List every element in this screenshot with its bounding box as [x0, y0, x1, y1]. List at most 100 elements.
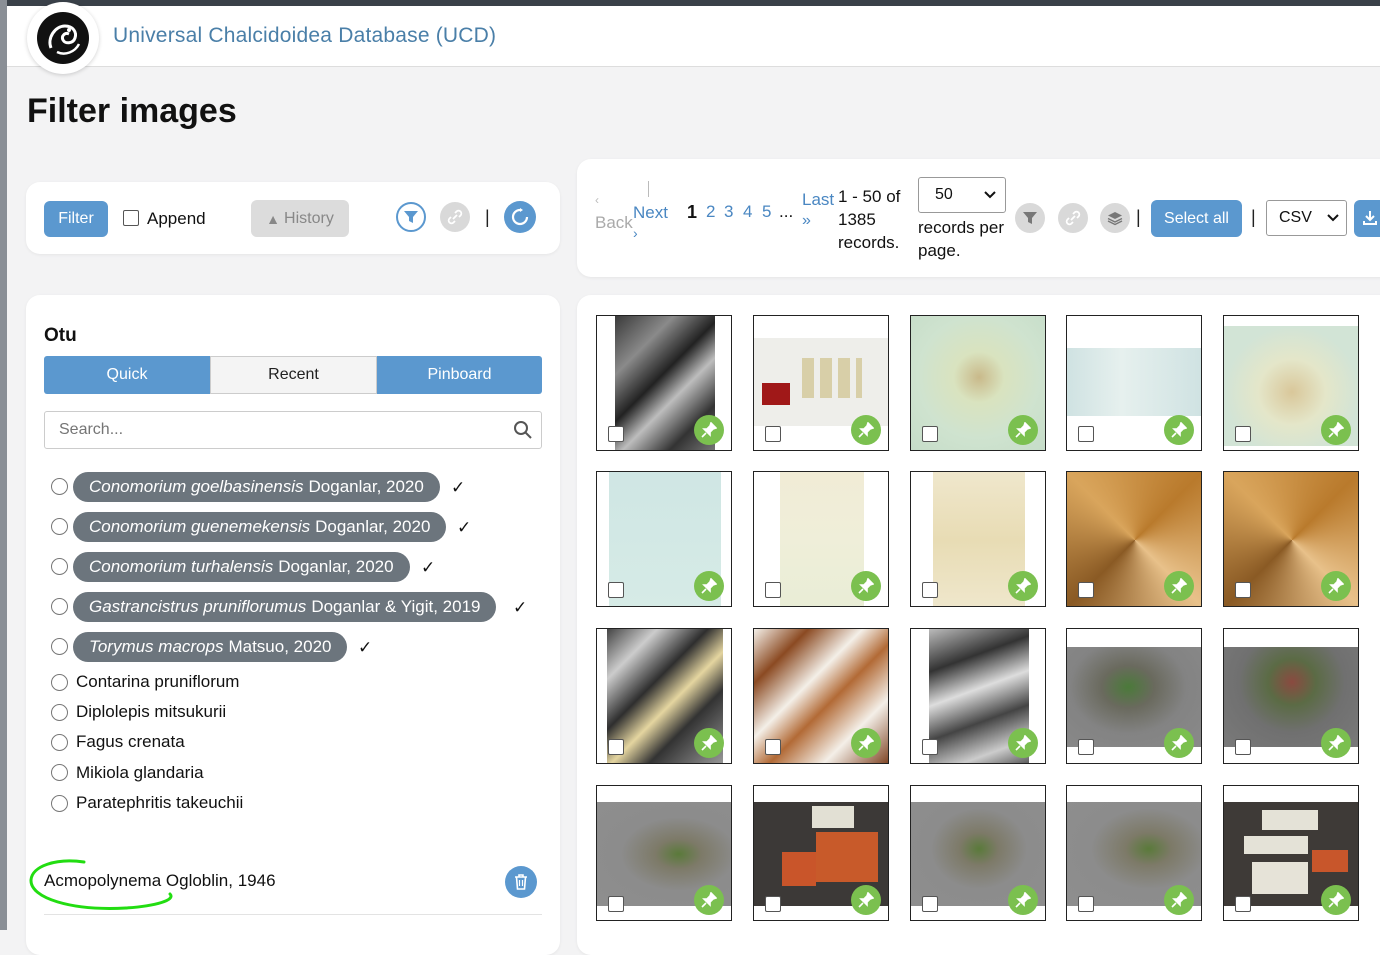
image-thumbnail[interactable]	[596, 315, 732, 451]
image-thumbnail[interactable]	[753, 628, 889, 764]
pin-button[interactable]	[694, 728, 724, 758]
pinned-otu-pill[interactable]: Conomorium goelbasinensis Doganlar, 2020	[73, 472, 440, 502]
page-4[interactable]: 4	[743, 202, 752, 222]
image-thumbnail[interactable]	[910, 315, 1046, 451]
filter-button[interactable]: Filter	[44, 201, 108, 237]
delete-button[interactable]	[505, 866, 537, 898]
image-checkbox[interactable]	[765, 896, 781, 912]
tab-quick[interactable]: Quick	[44, 356, 210, 394]
image-checkbox[interactable]	[1235, 582, 1251, 598]
next-chevron-icon[interactable]: ›	[633, 225, 638, 241]
select-all-button[interactable]: Select all	[1151, 200, 1242, 237]
otu-list-item[interactable]: Contarina pruniflorum	[76, 672, 239, 692]
otu-list-item[interactable]: Fagus crenata	[76, 732, 185, 752]
next-link[interactable]: Next	[633, 203, 668, 223]
image-thumbnail[interactable]	[1066, 628, 1202, 764]
pin-button[interactable]	[1164, 571, 1194, 601]
page-3[interactable]: 3	[724, 202, 733, 222]
image-checkbox[interactable]	[1235, 896, 1251, 912]
image-thumbnail[interactable]	[910, 628, 1046, 764]
last-chevron-icon[interactable]: »	[802, 212, 811, 230]
image-checkbox[interactable]	[922, 426, 938, 442]
search-icon[interactable]	[513, 420, 533, 440]
image-thumbnail[interactable]	[910, 471, 1046, 607]
image-checkbox[interactable]	[765, 582, 781, 598]
pin-button[interactable]	[851, 885, 881, 915]
pin-button[interactable]	[1008, 571, 1038, 601]
image-checkbox[interactable]	[608, 426, 624, 442]
image-thumbnail[interactable]	[1223, 471, 1359, 607]
link-button[interactable]	[1058, 203, 1088, 233]
image-thumbnail[interactable]	[1066, 315, 1202, 451]
pin-button[interactable]	[1321, 415, 1351, 445]
image-checkbox[interactable]	[1078, 426, 1094, 442]
otu-list-item[interactable]: Diplolepis mitsukurii	[76, 702, 226, 722]
tab-recent[interactable]: Recent	[210, 356, 377, 394]
pinned-otu-pill[interactable]: Conomorium guenemekensis Doganlar, 2020	[73, 512, 447, 542]
image-checkbox[interactable]	[1235, 739, 1251, 755]
reset-button[interactable]	[504, 201, 536, 233]
pin-button[interactable]	[1321, 885, 1351, 915]
otu-radio[interactable]	[51, 518, 68, 535]
pin-button[interactable]	[694, 571, 724, 601]
page-1[interactable]: 1	[687, 202, 697, 223]
otu-radio[interactable]	[51, 734, 68, 751]
page-5[interactable]: 5	[762, 202, 771, 222]
pin-button[interactable]	[851, 728, 881, 758]
otu-radio[interactable]	[51, 764, 68, 781]
pinned-otu-pill[interactable]: Gastrancistrus pruniflorumus Doganlar & Y…	[73, 592, 497, 622]
pin-button[interactable]	[1164, 885, 1194, 915]
link-button[interactable]	[440, 202, 470, 232]
image-thumbnail[interactable]	[753, 471, 889, 607]
page-2[interactable]: 2	[706, 202, 715, 222]
pinned-otu-pill[interactable]: Conomorium turhalensis Doganlar, 2020	[73, 552, 410, 582]
filter-funnel-button[interactable]	[1015, 203, 1045, 233]
otu-list-item[interactable]: Paratephritis takeuchii	[76, 793, 243, 813]
download-button[interactable]	[1354, 200, 1380, 237]
image-checkbox[interactable]	[608, 739, 624, 755]
image-thumbnail[interactable]	[596, 785, 732, 921]
pin-button[interactable]	[1008, 728, 1038, 758]
pin-button[interactable]	[851, 415, 881, 445]
image-checkbox[interactable]	[922, 896, 938, 912]
otu-radio[interactable]	[51, 795, 68, 812]
image-thumbnail[interactable]	[753, 315, 889, 451]
pin-button[interactable]	[1321, 728, 1351, 758]
pin-button[interactable]	[694, 415, 724, 445]
image-checkbox[interactable]	[922, 582, 938, 598]
image-thumbnail[interactable]	[753, 785, 889, 921]
otu-radio[interactable]	[51, 674, 68, 691]
otu-radio[interactable]	[51, 598, 68, 615]
per-page-select[interactable]: 50	[918, 177, 1006, 213]
pin-button[interactable]	[1164, 415, 1194, 445]
pin-button[interactable]	[1321, 571, 1351, 601]
otu-radio[interactable]	[51, 558, 68, 575]
image-checkbox[interactable]	[1078, 582, 1094, 598]
tab-pinboard[interactable]: Pinboard	[377, 356, 542, 394]
pinned-otu-pill[interactable]: Torymus macrops Matsuo, 2020	[73, 632, 348, 662]
format-select[interactable]: CSV	[1266, 200, 1347, 236]
image-checkbox[interactable]	[765, 739, 781, 755]
app-title[interactable]: Universal Chalcidoidea Database (UCD)	[113, 24, 496, 48]
pin-button[interactable]	[1008, 885, 1038, 915]
image-thumbnail[interactable]	[1223, 628, 1359, 764]
layers-button[interactable]	[1100, 203, 1130, 233]
otu-search-input[interactable]	[46, 413, 506, 447]
append-checkbox[interactable]	[123, 210, 139, 226]
image-thumbnail[interactable]	[910, 785, 1046, 921]
otu-radio[interactable]	[51, 704, 68, 721]
ucd-logo[interactable]	[27, 2, 99, 74]
image-checkbox[interactable]	[608, 896, 624, 912]
image-thumbnail[interactable]	[1066, 471, 1202, 607]
image-thumbnail[interactable]	[596, 628, 732, 764]
image-checkbox[interactable]	[922, 739, 938, 755]
otu-radio[interactable]	[51, 478, 68, 495]
pin-button[interactable]	[851, 571, 881, 601]
image-checkbox[interactable]	[765, 426, 781, 442]
history-button[interactable]: ▲ History	[251, 200, 349, 237]
back-link[interactable]: Back	[595, 213, 633, 233]
image-thumbnail[interactable]	[596, 471, 732, 607]
pin-button[interactable]	[694, 885, 724, 915]
pin-button[interactable]	[1008, 415, 1038, 445]
image-thumbnail[interactable]	[1066, 785, 1202, 921]
